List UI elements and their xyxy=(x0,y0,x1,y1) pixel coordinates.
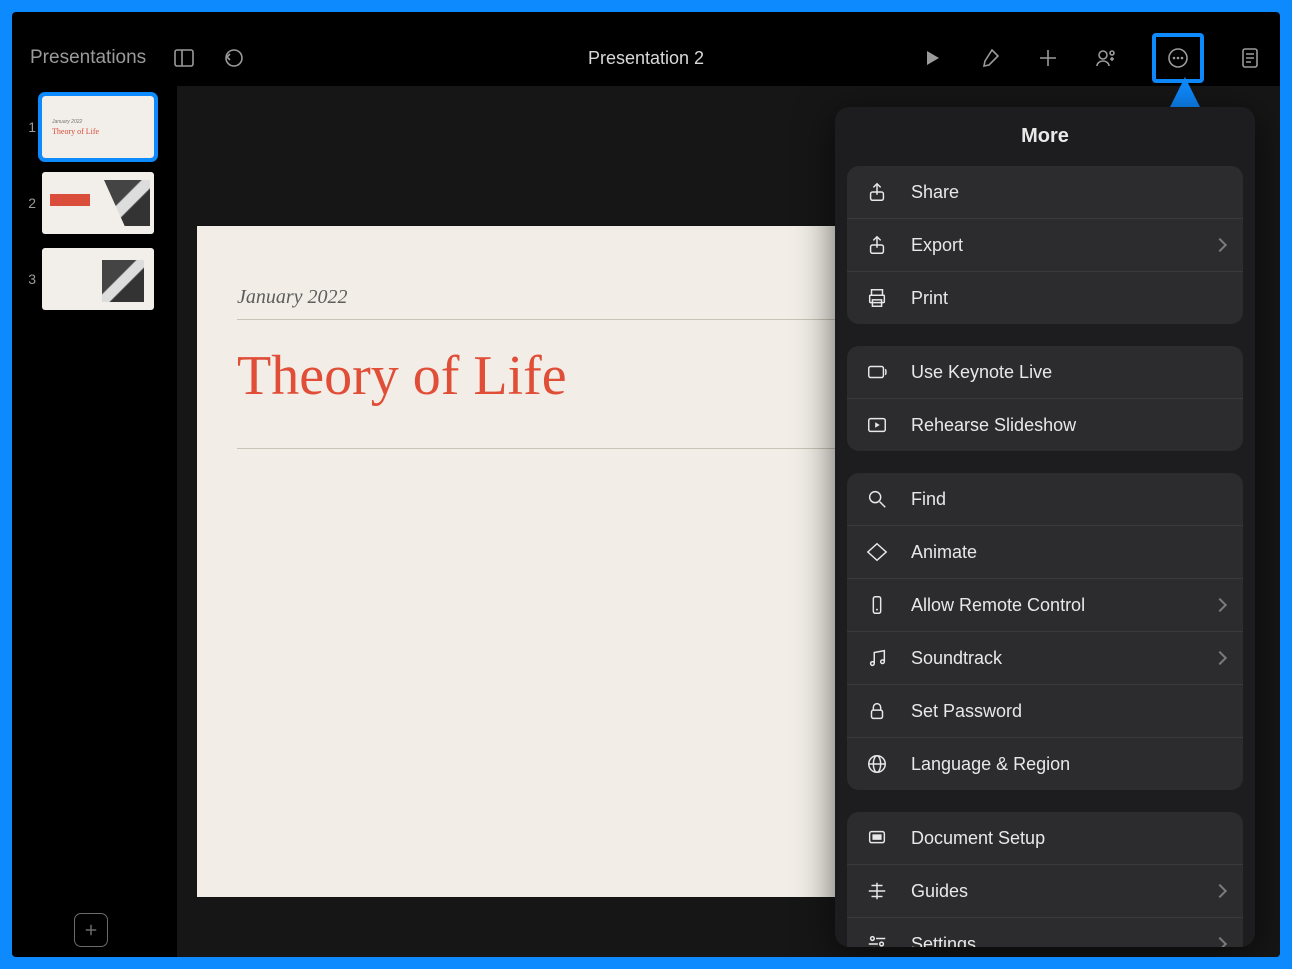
sidebar-toggle-icon[interactable] xyxy=(172,46,196,70)
menu-rehearse[interactable]: Rehearse Slideshow xyxy=(847,399,1243,451)
menu-remote[interactable]: Allow Remote Control xyxy=(847,579,1243,632)
menu-keynote-live[interactable]: Use Keynote Live xyxy=(847,346,1243,399)
menu-export[interactable]: Export xyxy=(847,219,1243,272)
guides-icon xyxy=(865,879,889,903)
menu-group-settings: Document Setup Guides Settings xyxy=(847,812,1243,947)
menu-group-tools: Find Animate Allow Remote Control Soundt… xyxy=(847,473,1243,790)
more-popover: More Share Export Print Use Keynote Live xyxy=(835,107,1255,947)
share-icon xyxy=(865,180,889,204)
menu-document-setup[interactable]: Document Setup xyxy=(847,812,1243,865)
music-icon xyxy=(865,646,889,670)
menu-soundtrack[interactable]: Soundtrack xyxy=(847,632,1243,685)
menu-label: Use Keynote Live xyxy=(911,362,1225,383)
menu-print[interactable]: Print xyxy=(847,272,1243,324)
slide-thumb-3[interactable]: 3 xyxy=(12,248,177,310)
popover-title: More xyxy=(835,125,1255,148)
undo-icon[interactable] xyxy=(222,46,246,70)
search-icon xyxy=(865,487,889,511)
status-bar xyxy=(12,12,1280,30)
collaborate-icon[interactable] xyxy=(1094,46,1118,70)
thumb-number: 1 xyxy=(24,119,36,135)
menu-label: Export xyxy=(911,235,1193,256)
lock-icon xyxy=(865,699,889,723)
menu-label: Animate xyxy=(911,542,1225,563)
menu-label: Allow Remote Control xyxy=(911,595,1193,616)
menu-label: Language & Region xyxy=(911,754,1225,775)
rehearse-icon xyxy=(865,413,889,437)
menu-group-share: Share Export Print xyxy=(847,166,1243,324)
thumb-title: Theory of Life xyxy=(52,127,144,136)
menu-language[interactable]: Language & Region xyxy=(847,738,1243,790)
slide-thumb-1[interactable]: 1 January 2022 Theory of Life xyxy=(12,96,177,158)
settings-icon xyxy=(865,932,889,947)
menu-group-present: Use Keynote Live Rehearse Slideshow xyxy=(847,346,1243,451)
broadcast-icon xyxy=(865,360,889,384)
remote-icon xyxy=(865,593,889,617)
paintbrush-icon[interactable] xyxy=(978,46,1002,70)
menu-label: Guides xyxy=(911,881,1193,902)
globe-icon xyxy=(865,752,889,776)
thumb-number: 2 xyxy=(24,195,36,211)
menu-label: Document Setup xyxy=(911,828,1225,849)
menu-label: Settings xyxy=(911,934,1193,948)
add-slide-button[interactable] xyxy=(74,913,108,947)
slide-thumbnail xyxy=(42,248,154,310)
menu-label: Find xyxy=(911,489,1225,510)
chevron-right-icon xyxy=(1213,651,1227,665)
keynote-app: Presentations Presentation 2 xyxy=(12,12,1280,957)
slide-navigator: 1 January 2022 Theory of Life 2 3 xyxy=(12,86,177,957)
menu-find[interactable]: Find xyxy=(847,473,1243,526)
slide-thumbnail xyxy=(42,172,154,234)
menu-label: Rehearse Slideshow xyxy=(911,415,1225,436)
menu-password[interactable]: Set Password xyxy=(847,685,1243,738)
menu-share[interactable]: Share xyxy=(847,166,1243,219)
slide-thumbnail: January 2022 Theory of Life xyxy=(42,96,154,158)
export-icon xyxy=(865,233,889,257)
thumb-date: January 2022 xyxy=(52,119,144,125)
chevron-right-icon xyxy=(1213,598,1227,612)
document-options-icon[interactable] xyxy=(1238,46,1262,70)
document-title[interactable]: Presentation 2 xyxy=(441,48,852,69)
menu-label: Soundtrack xyxy=(911,648,1193,669)
menu-animate[interactable]: Animate xyxy=(847,526,1243,579)
menu-settings[interactable]: Settings xyxy=(847,918,1243,947)
plus-icon[interactable] xyxy=(1036,46,1060,70)
slide-thumb-2[interactable]: 2 xyxy=(12,172,177,234)
print-icon xyxy=(865,286,889,310)
chevron-right-icon xyxy=(1213,937,1227,947)
thumb-number: 3 xyxy=(24,271,36,287)
play-icon[interactable] xyxy=(920,46,944,70)
menu-label: Print xyxy=(911,288,1225,309)
chevron-right-icon xyxy=(1213,884,1227,898)
animate-icon xyxy=(865,540,889,564)
ellipsis-icon xyxy=(1166,46,1190,70)
more-button-highlighted[interactable] xyxy=(1152,33,1204,83)
menu-label: Share xyxy=(911,182,1225,203)
chevron-right-icon xyxy=(1213,238,1227,252)
menu-guides[interactable]: Guides xyxy=(847,865,1243,918)
back-button[interactable]: Presentations xyxy=(30,47,146,69)
menu-label: Set Password xyxy=(911,701,1225,722)
document-setup-icon xyxy=(865,826,889,850)
toolbar: Presentations Presentation 2 xyxy=(12,30,1280,86)
